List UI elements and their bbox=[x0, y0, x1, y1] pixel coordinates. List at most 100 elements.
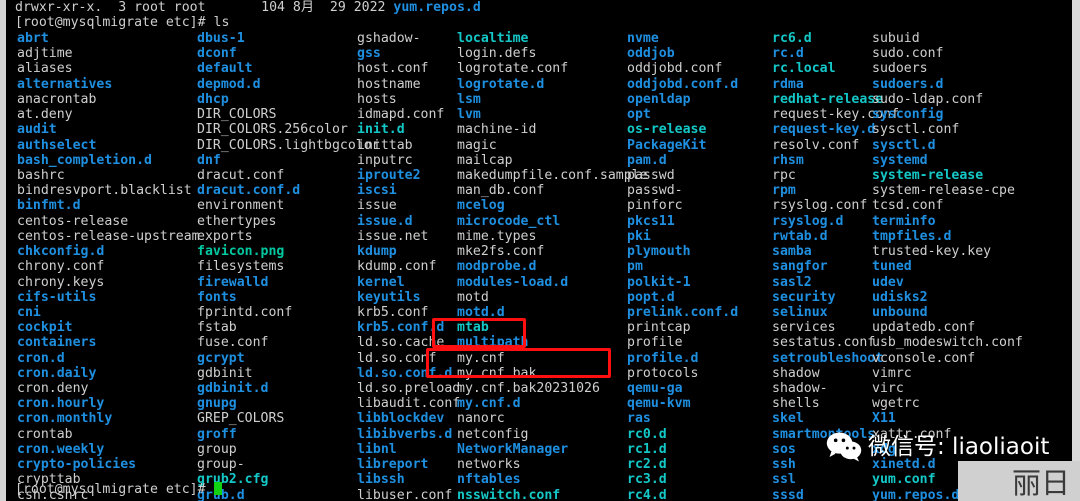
ls-entry-man-db-conf: man_db.conf bbox=[457, 183, 545, 199]
ls-entry-sysconfig: sysconfig bbox=[872, 107, 944, 123]
ls-entry-services: services bbox=[772, 320, 836, 336]
current-prompt-line[interactable]: [root@mysqlmigrate etc]# bbox=[15, 482, 222, 498]
ls-entry-nsswitch-conf: nsswitch.conf bbox=[457, 487, 561, 501]
ls-entry-gcrypt: gcrypt bbox=[197, 350, 245, 366]
ls-entry-x11: X11 bbox=[872, 411, 896, 427]
ls-entry-nanorc: nanorc bbox=[457, 411, 505, 427]
ls-entry-cron-weekly: cron.weekly bbox=[17, 441, 105, 457]
ls-entry-ld-so-preload: ld.so.preload bbox=[357, 381, 461, 397]
ls-entry-wgetrc: wgetrc bbox=[872, 396, 920, 412]
ls-entry-cockpit: cockpit bbox=[17, 320, 73, 336]
ls-entry-rhsm: rhsm bbox=[772, 152, 804, 168]
ls-entry-rsyslog-d: rsyslog.d bbox=[772, 213, 844, 229]
ls-entry-sssd: sssd bbox=[772, 487, 804, 501]
ls-entry-pm: pm bbox=[627, 259, 643, 275]
terminal-output-area[interactable]: drwxr-xr-x. 3 root root 104 8月 29 2022 y… bbox=[7, 0, 1072, 501]
scrollback-line: drwxr-xr-x. 3 root root 104 8月 29 2022 y… bbox=[15, 0, 481, 16]
ls-entry-selinux: selinux bbox=[772, 304, 828, 320]
ls-entry-host-conf: host.conf bbox=[357, 61, 429, 77]
ls-entry-libibverbs-d: libibverbs.d bbox=[357, 426, 453, 442]
ls-entry-anacrontab: anacrontab bbox=[17, 91, 97, 107]
ls-entry-cifs-utils: cifs-utils bbox=[17, 289, 97, 305]
ls-entry-rc2-d: rc2.d bbox=[627, 457, 667, 473]
ls-entry-krb5-conf: krb5.conf bbox=[357, 304, 429, 320]
ls-entry-my-cnf-d: my.cnf.d bbox=[457, 396, 521, 412]
ls-entry-kdump-conf: kdump.conf bbox=[357, 259, 437, 275]
ls-entry-rsyslog-conf: rsyslog.conf bbox=[772, 198, 868, 214]
ls-entry-machine-id: machine-id bbox=[457, 122, 537, 138]
ls-entry-gss: gss bbox=[357, 46, 381, 62]
ls-entry-libblockdev: libblockdev bbox=[357, 411, 445, 427]
ls-entry-udev: udev bbox=[872, 274, 904, 290]
ls-entry-shells: shells bbox=[772, 396, 820, 412]
wechat-watermark-text: 微信号: liaoliaoit bbox=[868, 434, 1050, 460]
ls-entry-dbus-1: dbus-1 bbox=[197, 31, 245, 46]
ls-entry-grep-colors: GREP_COLORS bbox=[197, 411, 285, 427]
ls-entry-my-cnf-bak: my.cnf.bak bbox=[457, 365, 537, 381]
ls-entry-dir-colors: DIR_COLORS bbox=[197, 107, 277, 123]
ls-entry-trusted-key-key: trusted-key.key bbox=[872, 244, 992, 260]
ls-entry-magic: magic bbox=[457, 137, 497, 153]
ls-entry-lsm: lsm bbox=[457, 91, 481, 107]
ls-entry-localtime: localtime bbox=[457, 31, 529, 46]
ls-entry-redhat-release: redhat-release bbox=[772, 91, 884, 107]
ls-entry-group: group bbox=[197, 441, 237, 457]
ls-entry-packagekit: PackageKit bbox=[627, 137, 707, 153]
ls-entry-rc6-d: rc6.d bbox=[772, 31, 812, 46]
ls-entry-libaudit-conf: libaudit.conf bbox=[357, 396, 461, 412]
ls-entry-init-d: init.d bbox=[357, 122, 405, 138]
window-right-edge bbox=[1072, 0, 1080, 501]
ls-entry-dir-colors-256color: DIR_COLORS.256color bbox=[197, 122, 348, 138]
ls-entry-rwtab-d: rwtab.d bbox=[772, 228, 828, 244]
ls-entry-default: default bbox=[197, 61, 253, 77]
ls-entry-my-cnf-bak20231026: my.cnf.bak20231026 bbox=[457, 381, 600, 397]
ls-entry-tcsd-conf: tcsd.conf bbox=[872, 198, 944, 214]
ls-entry-rc-local: rc.local bbox=[772, 61, 836, 77]
ls-column-2: dbus-1 dconf default depmod.d dhcp DIR_COLORS… bbox=[197, 31, 380, 501]
ls-entry-passwd-: passwd- bbox=[627, 183, 683, 199]
scrollback-line-text: drwxr-xr-x. 3 root root 104 8月 29 2022 bbox=[15, 0, 394, 15]
ls-entry-rdma: rdma bbox=[772, 76, 804, 92]
ls-entry-motd-d: motd.d bbox=[457, 304, 505, 320]
ls-entry-multipath: multipath bbox=[457, 335, 529, 351]
ls-entry-ld-so-conf: ld.so.conf bbox=[357, 350, 437, 366]
ls-entry-issue: issue bbox=[357, 198, 397, 214]
ls-entry-firewalld: firewalld bbox=[197, 274, 269, 290]
terminal-window[interactable]: drwxr-xr-x. 3 root root 104 8月 29 2022 y… bbox=[0, 0, 1080, 501]
ls-entry-samba: samba bbox=[772, 244, 812, 260]
ls-entry-ssl: ssl bbox=[772, 472, 796, 488]
ls-entry-mtab: mtab bbox=[457, 320, 489, 336]
ls-entry-setroubleshoot: setroubleshoot bbox=[772, 350, 884, 366]
ls-entry-plymouth: plymouth bbox=[627, 244, 691, 260]
ls-entry-systemd: systemd bbox=[872, 152, 928, 168]
ls-entry-usb-modeswitch-conf: usb_modeswitch.conf bbox=[872, 335, 1023, 351]
ls-entry-sestatus-conf: sestatus.conf bbox=[772, 335, 876, 351]
ls-entry-favicon-png: favicon.png bbox=[197, 244, 285, 260]
ls-entry-authselect: authselect bbox=[17, 137, 97, 153]
ls-entry-chkconfig-d: chkconfig.d bbox=[17, 244, 105, 260]
ls-entry-cron-deny: cron.deny bbox=[17, 381, 89, 397]
ls-entry-sudo-ldap-conf: sudo-ldap.conf bbox=[872, 91, 984, 107]
ls-entry-cron-hourly: cron.hourly bbox=[17, 396, 105, 412]
ls-entry-krb5-conf-d: krb5.conf.d bbox=[357, 320, 445, 336]
ls-entry-iscsi: iscsi bbox=[357, 183, 397, 199]
ls-entry-bindresvport-blacklist: bindresvport.blacklist bbox=[17, 183, 192, 199]
corner-watermark-text: 丽日 bbox=[1011, 466, 1070, 500]
command-prompt-line: [root@mysqlmigrate etc]# ls bbox=[15, 15, 230, 31]
scrollback-line-dirname: yum.repos.d bbox=[393, 0, 481, 15]
ls-entry-issue-d: issue.d bbox=[357, 213, 413, 229]
ls-entry-libnl: libnl bbox=[357, 441, 397, 457]
wechat-logo-icon bbox=[826, 432, 862, 462]
ls-entry-logrotate-d: logrotate.d bbox=[457, 76, 545, 92]
ls-entry-sysctl-conf: sysctl.conf bbox=[872, 122, 960, 138]
ls-entry-exports: exports bbox=[197, 228, 253, 244]
typed-command: ls bbox=[213, 15, 230, 30]
ls-entry-pam-d: pam.d bbox=[627, 152, 667, 168]
ls-entry-mcelog: mcelog bbox=[457, 198, 505, 214]
ls-entry-profile: profile bbox=[627, 335, 683, 351]
ls-entry-bashrc: bashrc bbox=[17, 167, 65, 183]
ls-entry-my-cnf: my.cnf bbox=[457, 350, 505, 366]
ls-entry-alternatives: alternatives bbox=[17, 76, 113, 92]
ls-entry-networks: networks bbox=[457, 457, 521, 473]
ls-entry-tuned: tuned bbox=[872, 259, 912, 275]
